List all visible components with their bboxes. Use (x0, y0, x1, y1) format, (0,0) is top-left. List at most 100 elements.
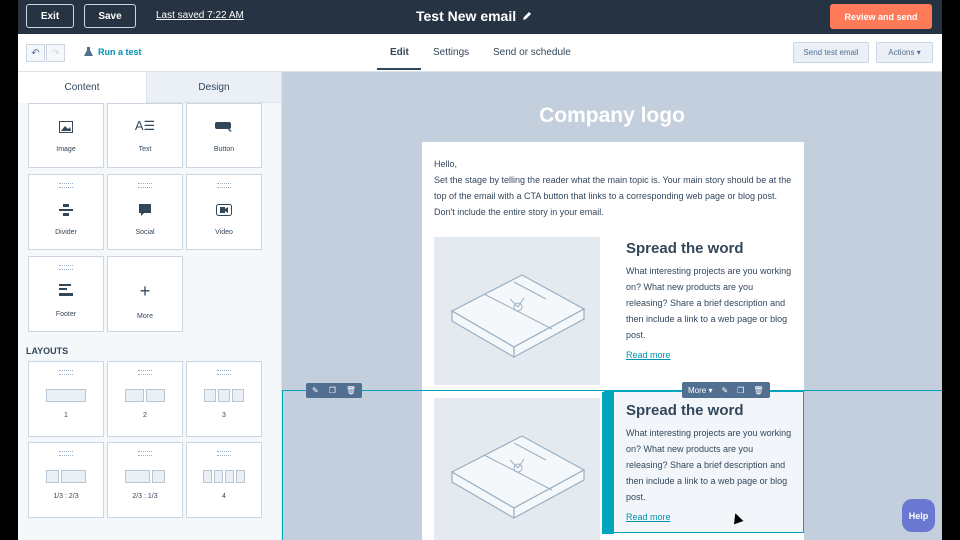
text-icon: A☰ (134, 118, 156, 133)
intro-paragraph: Set the stage by telling the reader what… (434, 175, 792, 217)
layout-6-preview (187, 470, 261, 483)
module-label: Video (215, 229, 233, 236)
drag-handle-icon (59, 183, 73, 188)
module-social[interactable]: Social (107, 174, 183, 250)
button-icon (187, 120, 261, 138)
layout-5-preview (108, 470, 182, 483)
active-tab-indicator (377, 68, 421, 70)
divider-icon (29, 203, 103, 221)
layout-2-preview (108, 389, 182, 402)
flask-icon (84, 47, 93, 56)
drag-handle-icon (59, 265, 73, 270)
save-button[interactable]: Save (84, 4, 136, 28)
layout-label: 2/3 : 1/3 (132, 493, 158, 500)
run-test-link[interactable]: Run a test (84, 47, 142, 57)
module-image[interactable]: Image (28, 103, 104, 168)
edit-module-icon[interactable]: ✎ (721, 386, 728, 395)
help-button[interactable]: Help (902, 499, 935, 532)
module-label: More (137, 313, 153, 320)
package-illustration-icon (450, 274, 586, 359)
row-toolbar: ✎ ❐ 🗑 (306, 383, 363, 398)
read-more-link[interactable]: Read more (626, 512, 671, 522)
plus-icon: + (139, 281, 151, 301)
module-drag-handle[interactable] (602, 392, 614, 534)
section-1-image[interactable] (434, 237, 600, 385)
layout-label: 1 (64, 412, 68, 419)
footer-icon (29, 283, 103, 301)
tab-settings[interactable]: Settings (433, 47, 469, 58)
tab-design[interactable]: Design (146, 72, 281, 103)
redo-icon[interactable]: ↷ (46, 44, 65, 62)
layout-4-preview (29, 470, 103, 483)
module-video[interactable]: Video (186, 174, 262, 250)
greeting-text: Hello, (434, 159, 458, 169)
exit-button[interactable]: Exit (26, 4, 74, 28)
section-1-text[interactable]: Spread the word What interesting project… (626, 240, 796, 363)
undo-icon[interactable]: ↶ (26, 44, 45, 62)
layout-label: 4 (222, 493, 226, 500)
layout-label: 3 (222, 412, 226, 419)
drag-handle-icon (59, 451, 73, 456)
module-label: Image (56, 146, 76, 153)
module-button[interactable]: Button (186, 103, 262, 168)
section-body: What interesting projects are you workin… (626, 428, 792, 502)
layout-3-preview (187, 389, 261, 402)
drag-handle-icon (138, 183, 152, 188)
module-text[interactable]: A☰ Text (107, 103, 183, 168)
drag-handle-icon (217, 451, 231, 456)
actions-dropdown[interactable]: Actions ▾ (876, 42, 933, 63)
tab-edit[interactable]: Edit (390, 47, 409, 58)
layouts-heading: LAYOUTS (26, 346, 69, 356)
delete-module-icon[interactable]: 🗑 (753, 386, 763, 395)
clone-module-icon[interactable]: ❐ (737, 386, 744, 395)
layout-3[interactable]: 3 (186, 361, 262, 437)
review-and-send-button[interactable]: Review and send (830, 4, 932, 29)
video-icon (187, 203, 261, 221)
social-icon (108, 203, 182, 222)
layout-two-thirds-one-third[interactable]: 2/3 : 1/3 (107, 442, 183, 518)
module-toolbar: More ▾ ✎ ❐ 🗑 (682, 382, 770, 398)
send-test-email-button[interactable]: Send test email (793, 42, 869, 63)
pencil-icon[interactable] (522, 11, 532, 21)
intro-text-module[interactable]: Hello, Set the stage by telling the read… (434, 156, 794, 220)
company-logo[interactable]: Company logo (282, 104, 942, 128)
email-title-text: Test New email (416, 8, 517, 24)
editor-toolbar: ↶ ↷ Run a test Edit Settings Send or sch… (18, 34, 942, 72)
run-test-label: Run a test (98, 47, 142, 57)
drag-handle-icon (59, 370, 73, 375)
last-saved-link[interactable]: Last saved 7:22 AM (156, 10, 244, 21)
email-title[interactable]: Test New email (416, 8, 532, 24)
more-dropdown[interactable]: More ▾ (688, 386, 712, 395)
module-label: Text (138, 146, 152, 153)
layout-1[interactable]: 1 (28, 361, 104, 437)
module-label: Social (135, 229, 155, 236)
delete-row-icon[interactable]: 🗑 (346, 386, 356, 395)
drag-handle-icon (217, 183, 231, 188)
layout-2[interactable]: 2 (107, 361, 183, 437)
module-more[interactable]: + More (107, 256, 183, 332)
layout-one-third-two-thirds[interactable]: 1/3 : 2/3 (28, 442, 104, 518)
edit-row-icon[interactable]: ✎ (312, 386, 319, 395)
drag-handle-icon (217, 370, 231, 375)
section-heading: Spread the word (626, 240, 744, 257)
clone-row-icon[interactable]: ❐ (329, 386, 336, 395)
layout-4[interactable]: 4 (186, 442, 262, 518)
module-label: Footer (55, 311, 77, 318)
tab-content[interactable]: Content (18, 72, 146, 103)
layout-label: 2 (143, 412, 147, 419)
module-footer[interactable]: Footer (28, 256, 104, 332)
top-bar: Exit Save Last saved 7:22 AM Test New em… (18, 0, 942, 34)
image-icon (29, 120, 103, 138)
layout-1-preview (29, 389, 103, 402)
module-label: Divider (55, 229, 77, 236)
read-more-link[interactable]: Read more (626, 350, 671, 360)
section-body: What interesting projects are you workin… (626, 266, 792, 340)
tab-send-or-schedule[interactable]: Send or schedule (493, 47, 571, 58)
left-panel: Content Design Image A☰ Text Button Divi… (18, 72, 282, 540)
section-2-text[interactable]: Spread the word What interesting project… (626, 402, 796, 525)
drag-handle-icon (138, 451, 152, 456)
module-divider[interactable]: Divider (28, 174, 104, 250)
drag-handle-icon (138, 370, 152, 375)
module-label: Button (213, 146, 235, 153)
editor-window: Exit Save Last saved 7:22 AM Test New em… (18, 0, 942, 540)
